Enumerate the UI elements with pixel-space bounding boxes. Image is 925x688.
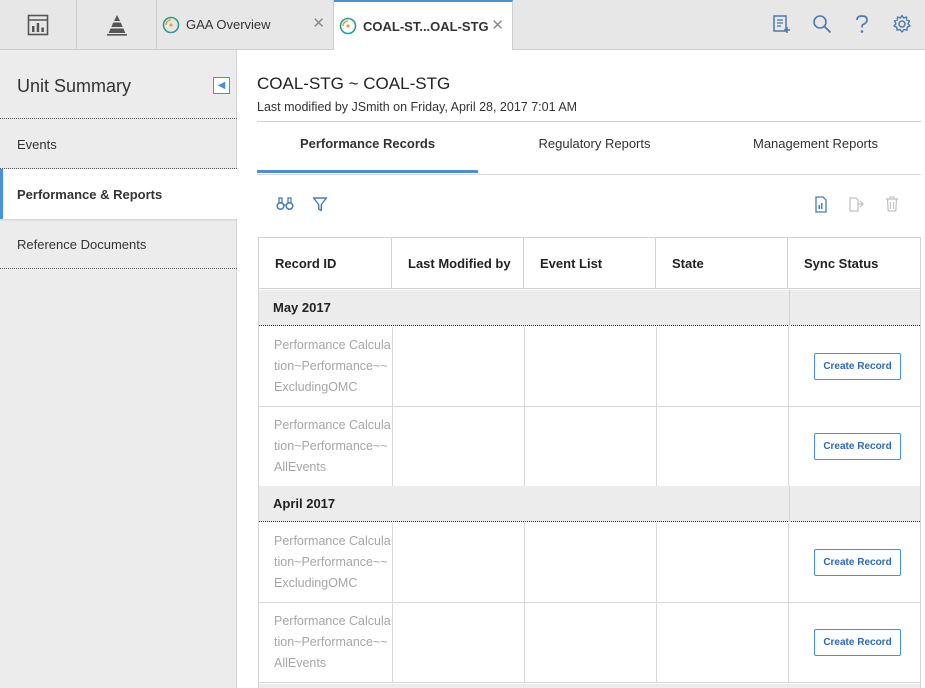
tab-performance-records[interactable]: Performance Records	[257, 136, 478, 173]
column-header[interactable]: Event List	[524, 238, 656, 289]
table-row: Performance Calculation~Performance~~All…	[259, 603, 920, 683]
sidebar-item-label: Events	[17, 136, 57, 152]
divider	[789, 486, 790, 522]
new-document-button[interactable]	[812, 195, 830, 213]
document-icon	[815, 195, 827, 213]
pyramid-icon	[106, 14, 127, 36]
create-record-button[interactable]: Create Record	[814, 629, 901, 656]
table-header: Record ID Last Modified by Event List St…	[259, 238, 920, 289]
trash-icon	[886, 196, 898, 212]
main-content: COAL-STG ~ COAL-STG Last modified by JSm…	[237, 50, 925, 688]
column-header[interactable]: Last Modified by	[392, 238, 524, 289]
record-id: Performance Calculation~Performance~~All…	[274, 418, 391, 474]
tab-label: GAA Overview	[186, 17, 271, 32]
tab-label: Management Reports	[752, 136, 878, 151]
sidebar-item-performance-reports[interactable]: Performance & Reports	[0, 169, 237, 219]
help-icon	[856, 15, 868, 33]
group-label: May 2017	[273, 300, 331, 315]
sidebar-item-reference-documents[interactable]: Reference Documents	[0, 219, 237, 269]
find-button[interactable]	[276, 195, 294, 213]
chevron-left-icon: ◀	[217, 80, 226, 91]
divider	[789, 290, 790, 326]
column-header[interactable]: State	[656, 238, 788, 289]
sidebar-title: Unit Summary	[17, 76, 132, 96]
tab-coal-stg[interactable]: COAL-ST...OAL-STG ✕	[334, 0, 513, 50]
new-record-icon	[773, 15, 790, 33]
table-footer	[259, 684, 920, 688]
table-row: Performance Calculation~Performance~~All…	[259, 407, 920, 487]
dashboard-icon	[27, 14, 49, 35]
divider	[0, 268, 237, 269]
column-header[interactable]: Record ID	[259, 238, 392, 289]
page-title: COAL-STG ~ COAL-STG	[257, 74, 451, 93]
close-icon[interactable]: ✕	[312, 14, 325, 32]
last-modified-text: Last modified by JSmith on Friday, April…	[257, 100, 578, 114]
column-header[interactable]: Sync Status	[788, 238, 920, 289]
copy-icon	[849, 196, 864, 212]
dashboard-button[interactable]	[0, 0, 77, 49]
new-record-button[interactable]	[769, 12, 793, 36]
record-id: Performance Calculation~Performance~~Exc…	[274, 534, 391, 590]
search-icon	[813, 15, 832, 34]
sidebar: Unit Summary ◀ Events Performance & Repo…	[0, 50, 237, 688]
tab-gaa-overview[interactable]: GAA Overview ✕	[157, 0, 334, 49]
tab-label: COAL-ST...OAL-STG	[363, 18, 489, 34]
group-label: April 2017	[273, 496, 336, 511]
sidebar-item-events[interactable]: Events	[0, 119, 237, 169]
tab-globe-icon	[162, 16, 180, 33]
performance-records-table: Record ID Last Modified by Event List St…	[258, 237, 921, 688]
tab-management-reports[interactable]: Management Reports	[705, 136, 925, 173]
tab-label: Performance Records	[299, 136, 436, 151]
group-row: April 2017	[259, 486, 920, 522]
collapse-sidebar-button[interactable]: ◀	[213, 77, 230, 94]
binoculars-icon	[276, 197, 294, 211]
delete-button	[883, 195, 901, 213]
settings-icon	[893, 14, 911, 33]
tab-globe-icon	[339, 17, 357, 35]
create-record-button[interactable]: Create Record	[814, 433, 901, 460]
group-row: May 2017	[259, 290, 920, 326]
create-record-button[interactable]: Create Record	[814, 549, 901, 576]
copy-button	[847, 195, 865, 213]
create-record-button[interactable]: Create Record	[814, 353, 901, 380]
record-id: Performance Calculation~Performance~~Exc…	[274, 338, 391, 394]
tab-regulatory-reports[interactable]: Regulatory Reports	[484, 136, 705, 173]
sidebar-item-label: Reference Documents	[17, 236, 147, 252]
help-button[interactable]	[850, 12, 874, 36]
settings-button[interactable]	[890, 12, 914, 36]
record-id: Performance Calculation~Performance~~All…	[274, 614, 391, 670]
table-row: Performance Calculation~Performance~~Exc…	[259, 523, 920, 603]
filter-button[interactable]	[311, 195, 329, 213]
hierarchy-button[interactable]	[77, 0, 157, 49]
search-button[interactable]	[810, 12, 834, 36]
table-row: Performance Calculation~Performance~~Exc…	[259, 327, 920, 407]
filter-icon	[312, 197, 328, 212]
top-bar: GAA Overview ✕ COAL-ST...OAL-STG ✕	[0, 0, 925, 50]
tab-label: Regulatory Reports	[538, 136, 651, 151]
sidebar-item-label: Performance & Reports	[17, 186, 163, 202]
divider	[257, 174, 921, 175]
close-icon[interactable]: ✕	[491, 16, 504, 34]
divider	[257, 121, 921, 122]
